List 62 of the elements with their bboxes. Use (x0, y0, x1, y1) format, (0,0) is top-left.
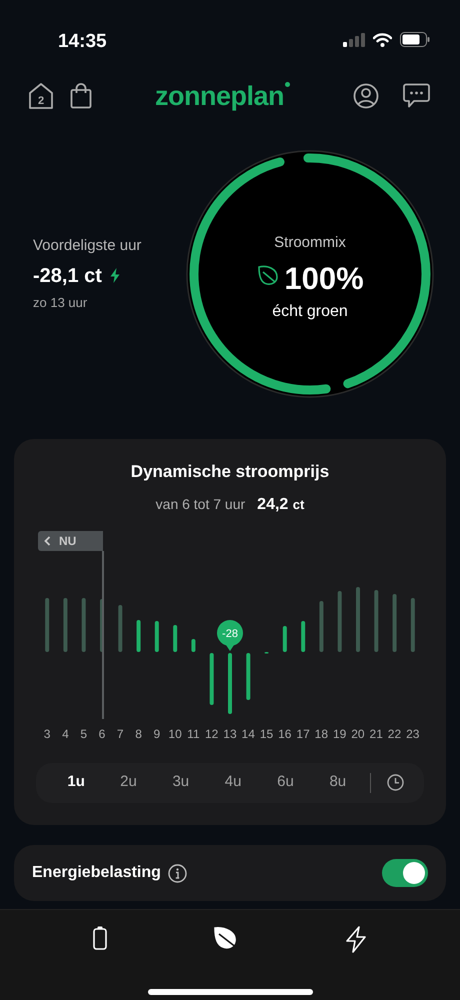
battery-status-icon (400, 32, 430, 47)
clock-time: 14:35 (58, 30, 107, 54)
period-tab[interactable]: 3u (154, 771, 207, 794)
profile-icon[interactable] (353, 83, 379, 109)
leaf-icon (256, 263, 280, 288)
price-bar[interactable] (301, 620, 306, 652)
energy-tax-label: Energiebelasting (32, 863, 161, 883)
hour-label: 21 (368, 726, 384, 742)
cheapest-price: -28,1 ct (33, 264, 102, 288)
hour-label: 14 (240, 726, 256, 742)
price-bar[interactable] (154, 620, 159, 652)
price-bar[interactable] (282, 626, 287, 652)
hour-label: 6 (98, 726, 106, 742)
shopping-bag-icon[interactable] (70, 83, 92, 109)
hour-label: 20 (350, 726, 366, 742)
price-bar[interactable] (191, 638, 196, 652)
hour-label: 18 (314, 726, 330, 742)
hour-label: 7 (116, 726, 125, 742)
period-tab[interactable]: 2u (102, 771, 155, 794)
hour-label: 19 (332, 726, 348, 742)
hour-label: 9 (152, 726, 162, 742)
logo: zonneplan (155, 76, 290, 116)
mix-percentage: 100% (284, 262, 364, 296)
hour-label: 16 (277, 726, 292, 742)
hour-label: 22 (386, 726, 402, 742)
price-bar[interactable] (173, 624, 178, 652)
bolt-icon (110, 268, 120, 283)
hour-label: 4 (61, 726, 70, 742)
period-tab[interactable]: 6u (259, 771, 312, 794)
hour-label: 11 (186, 726, 201, 742)
info-icon[interactable] (168, 864, 187, 882)
hour-label: 10 (167, 726, 183, 742)
card-title: Dynamische stroomprijs (130, 461, 330, 483)
hour-label: 15 (258, 726, 274, 742)
time-range: van 6 tot 7 uur (156, 494, 246, 514)
marker-value: -28 (222, 628, 238, 640)
period-tab[interactable]: 4u (206, 771, 260, 794)
bolt-icon[interactable] (345, 926, 367, 954)
wifi-icon (373, 32, 392, 46)
hour-label: 3 (42, 726, 52, 742)
hour-price: 24,2 ct (257, 494, 304, 514)
mix-caption: écht groen (272, 302, 348, 322)
price-bar[interactable] (246, 652, 250, 700)
cheapest-time: zo 13 uur (33, 294, 88, 312)
mix-title: Stroommix (274, 232, 346, 252)
hour-label: 17 (295, 726, 311, 742)
hour-label: 23 (405, 726, 420, 742)
period-tab[interactable]: 8u (312, 771, 364, 794)
price-bar[interactable] (210, 652, 214, 704)
hour-label: 12 (204, 726, 220, 742)
signal-icon (343, 32, 365, 46)
chevron-left-icon (44, 536, 51, 546)
price-bar[interactable] (136, 620, 141, 652)
cheapest-hour-label: Voordeligste uur (33, 236, 142, 256)
homes-button[interactable]: 2 (28, 82, 54, 110)
hour-label: 8 (134, 726, 143, 742)
chat-icon[interactable] (403, 83, 430, 109)
period-tab[interactable]: 1u (50, 771, 102, 794)
now-button[interactable]: NU (38, 530, 103, 550)
hour-label: 5 (79, 726, 88, 742)
hour-label: 13 (222, 726, 238, 742)
toggle-switch[interactable] (382, 859, 428, 887)
